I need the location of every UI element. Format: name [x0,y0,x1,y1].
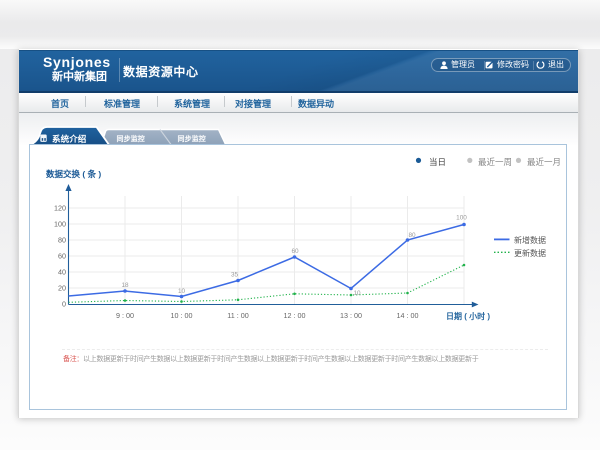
svg-text:9 : 00: 9 : 00 [116,311,134,320]
svg-text:35: 35 [231,272,239,279]
svg-text:120: 120 [54,204,66,213]
svg-text:13 : 00: 13 : 00 [340,311,362,320]
svg-text:18: 18 [121,282,129,289]
svg-text:40: 40 [58,268,66,277]
svg-text:12 : 00: 12 : 00 [284,311,306,320]
svg-text:14 : 00: 14 : 00 [397,311,419,320]
svg-text:0: 0 [62,300,66,309]
svg-text:20: 20 [58,284,66,293]
svg-text:60: 60 [291,248,299,255]
svg-text:80: 80 [58,236,66,245]
svg-text:11 : 00: 11 : 00 [227,311,248,320]
svg-text:60: 60 [58,252,66,261]
svg-text:100: 100 [456,215,467,222]
svg-text:10: 10 [178,288,186,295]
svg-text:10 : 00: 10 : 00 [171,311,193,320]
svg-text:100: 100 [54,220,66,229]
svg-text:10: 10 [353,290,361,297]
svg-text:80: 80 [408,232,416,239]
